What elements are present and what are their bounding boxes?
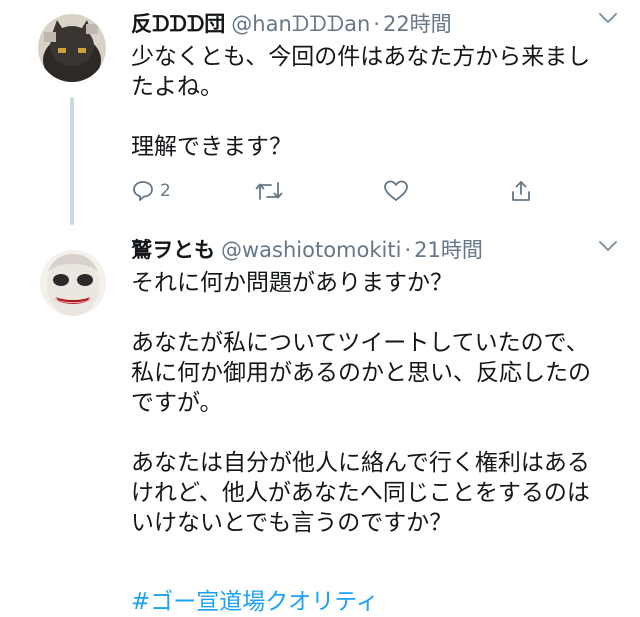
chevron-down-icon[interactable] <box>598 240 618 252</box>
timestamp[interactable]: 21時間 <box>414 234 483 264</box>
avatar[interactable] <box>40 250 106 316</box>
tweet-header: 鷲ヲとも @washiotomokiti · 21時間 <box>131 234 483 262</box>
share-button[interactable] <box>509 178 533 204</box>
tweet-text: それに何か問題がありますか？ あなたが私についてツイートしていたので、私に何か御… <box>131 270 591 536</box>
separator-dot: · <box>373 12 380 36</box>
avatar-image <box>38 14 106 82</box>
reply-icon <box>133 181 153 201</box>
tweet-header: 反ᗪᗪᗪ団 @hanᗪᗪᗪan · 22時間 <box>131 8 452 36</box>
avatar[interactable] <box>38 14 106 82</box>
tweet-text: 少なくとも、今回の件はあなた方から来ましたよね。 理解できます？ <box>131 44 591 160</box>
display-name[interactable]: 鷲ヲとも <box>131 234 215 264</box>
user-handle[interactable]: @washiotomokiti <box>221 238 401 262</box>
separator-dot: · <box>404 238 412 262</box>
reply-count: 2 <box>160 181 171 201</box>
avatar-image <box>40 250 106 316</box>
chevron-down-icon[interactable] <box>598 12 618 24</box>
display-name[interactable]: 反ᗪᗪᗪ団 <box>131 8 225 38</box>
timestamp[interactable]: 22時間 <box>383 8 452 38</box>
thread-line <box>70 97 74 225</box>
retweet-icon <box>255 182 283 200</box>
reply-button[interactable]: 2 <box>131 178 171 204</box>
hashtag-link[interactable]: #ゴー宣道場クオリティ <box>131 587 379 617</box>
like-button[interactable] <box>383 178 409 204</box>
retweet-button[interactable] <box>255 178 283 204</box>
user-handle[interactable]: @hanᗪᗪᗪan <box>231 12 370 37</box>
like-icon <box>384 180 408 201</box>
share-icon <box>512 181 530 201</box>
